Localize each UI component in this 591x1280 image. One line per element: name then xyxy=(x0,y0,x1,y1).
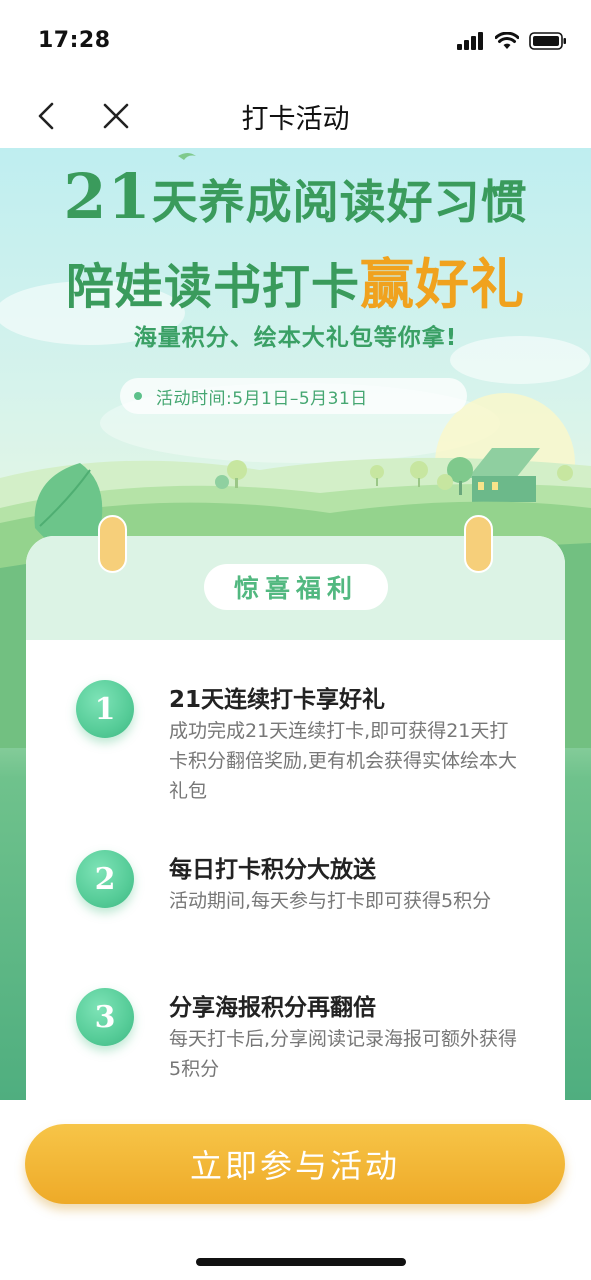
benefit-title: 每日打卡积分大放送 xyxy=(169,857,376,883)
benefit-title: 分享海报积分再翻倍 xyxy=(169,995,376,1021)
headline-text: 天养成阅读好习惯 xyxy=(151,175,528,229)
benefit-description: 成功完成21天连续打卡,即可获得21天打卡积分翻倍奖励,更有机会获得实体绘本大礼… xyxy=(169,720,518,802)
battery-icon xyxy=(529,32,566,50)
status-icons xyxy=(457,32,567,50)
surprise-benefits-badge: 惊喜福利 xyxy=(204,564,388,610)
number-2-badge: 2 xyxy=(76,850,134,908)
activity-time-text: 活动时间:5月1日–5月31日 xyxy=(156,388,368,409)
benefits-card: 惊喜福利 1 21天连续打卡享好礼 成功完成21天连续打卡,即可获得21天打卡积… xyxy=(26,536,565,1100)
subheadline: 海量积分、绘本大礼包等你拿! xyxy=(133,325,458,351)
headline-primary: 21天养成阅读好习惯 xyxy=(0,160,591,233)
headline-secondary: 陪娃读书打卡赢好礼 xyxy=(0,240,591,319)
benefit-description: 活动期间,每天参与打卡即可获得5积分 xyxy=(169,890,492,912)
headline-number: 21 xyxy=(63,160,152,233)
wifi-icon xyxy=(495,32,519,49)
nav-bar: 打卡活动 xyxy=(0,84,591,148)
number-3-badge: 3 xyxy=(76,988,134,1046)
bullet-dot-icon xyxy=(134,392,142,400)
join-activity-button[interactable]: 立即参与活动 xyxy=(25,1124,565,1204)
card-ring-left xyxy=(98,515,127,573)
benefit-title: 21天连续打卡享好礼 xyxy=(169,687,386,713)
signal-icon xyxy=(457,32,483,50)
headline2-main: 陪娃读书打卡 xyxy=(65,259,360,315)
status-time: 17:28 xyxy=(38,28,111,53)
home-indicator xyxy=(196,1258,406,1266)
benefit-description: 每天打卡后,分享阅读记录海报可额外获得5积分 xyxy=(169,1028,518,1080)
status-bar: 17:28 xyxy=(0,0,591,84)
card-ring-right xyxy=(464,515,493,573)
headline2-accent: 赢好礼 xyxy=(360,252,525,316)
activity-time-pill: 活动时间:5月1日–5月31日 xyxy=(120,378,467,414)
bottom-bar: 立即参与活动 xyxy=(0,1100,591,1280)
page-title: 打卡活动 xyxy=(241,104,350,135)
number-1-badge: 1 xyxy=(76,680,134,738)
